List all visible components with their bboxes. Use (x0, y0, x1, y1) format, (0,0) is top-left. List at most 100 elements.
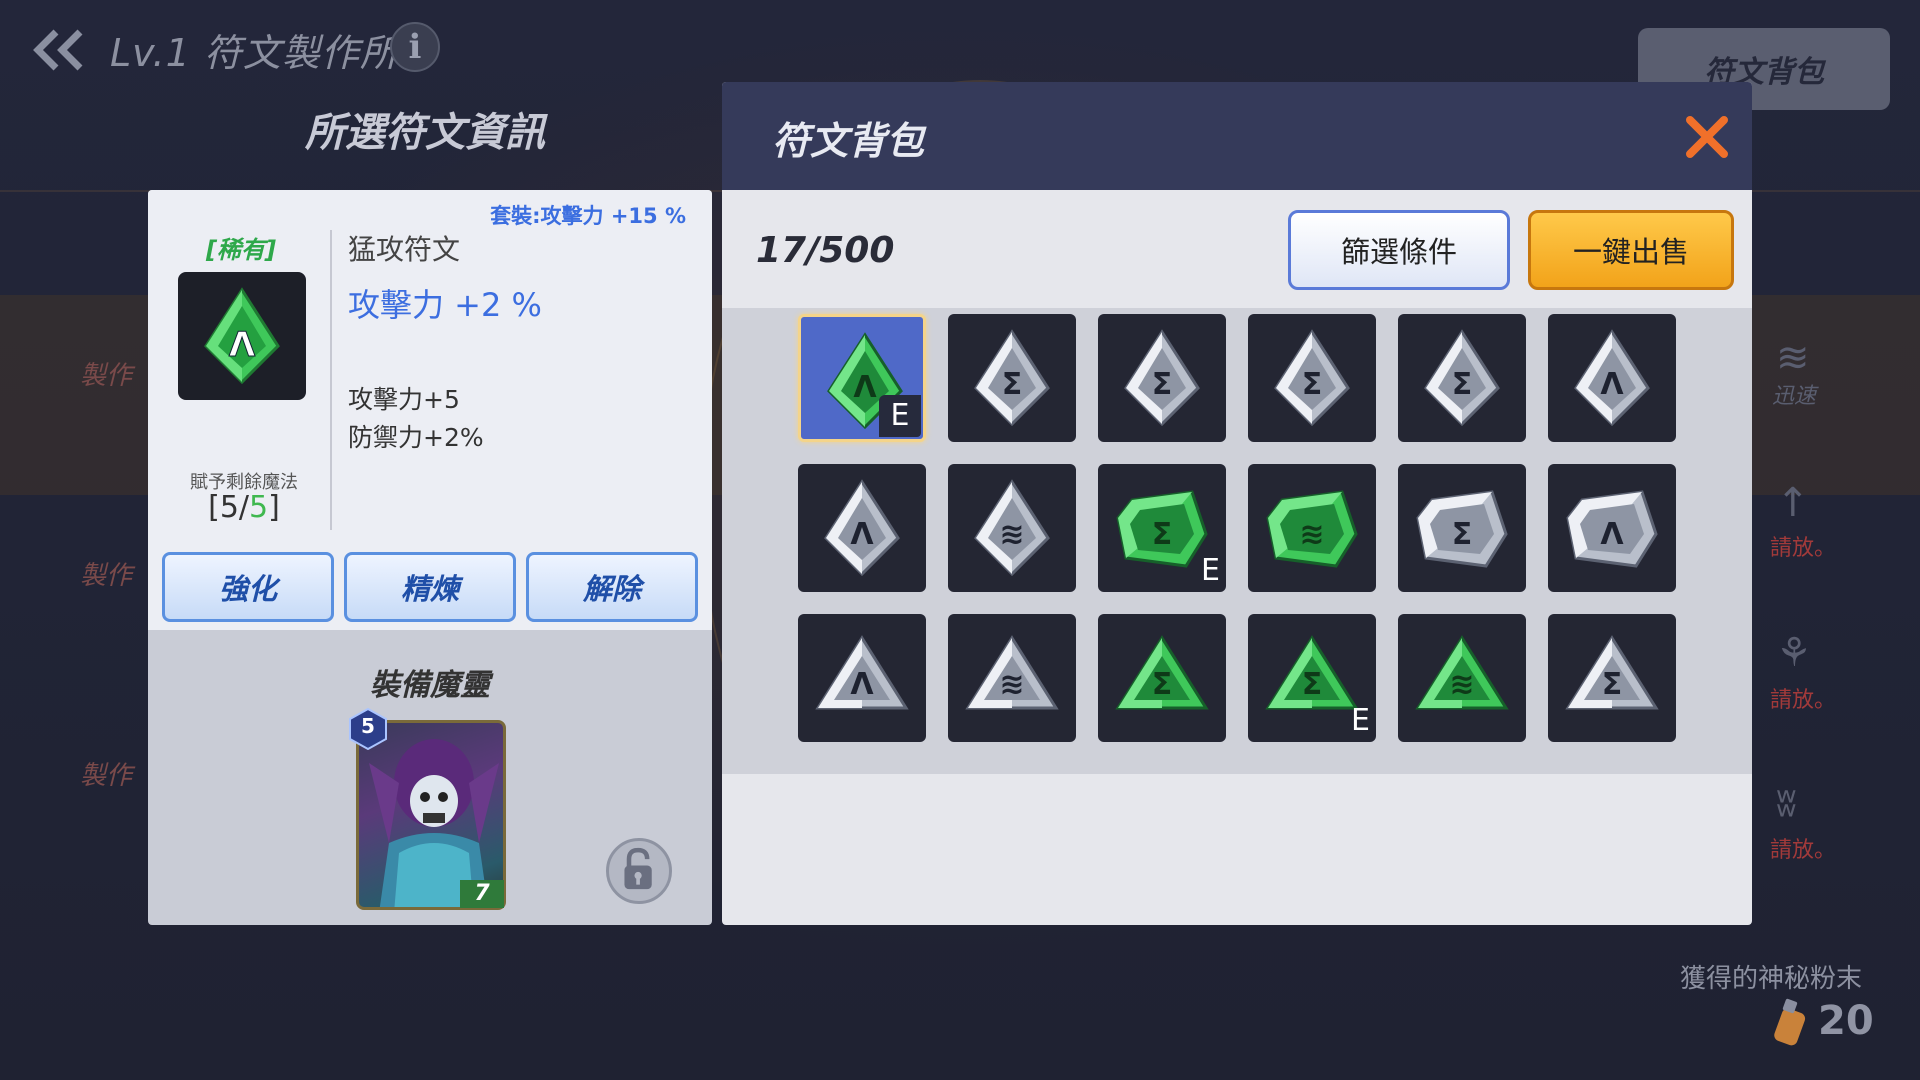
selected-rune-icon: Λ (178, 272, 306, 400)
svg-text:Σ: Σ (1152, 367, 1173, 402)
rune-icon: Λ (815, 635, 909, 710)
rune-icon: ≋ (974, 479, 1050, 577)
svg-text:Σ: Σ (1452, 517, 1473, 552)
side-text: 請放。 (1770, 688, 1837, 713)
equipped-tag: E (1351, 703, 1370, 738)
rune-slot[interactable]: ΣE (1098, 464, 1226, 592)
rune-slot[interactable]: Σ (1398, 314, 1526, 442)
rune-slot[interactable]: Λ (1548, 314, 1676, 442)
rune-slot[interactable]: Σ (948, 314, 1076, 442)
ghost-label: 製作 (80, 361, 133, 391)
page-title: Lv.1 符文製作所 (110, 31, 399, 75)
modal-title: 符文背包 (772, 119, 925, 163)
rarity-label: [稀有] (206, 236, 276, 264)
svg-text:Λ: Λ (850, 667, 874, 702)
rune-slot[interactable]: Σ (1098, 314, 1226, 442)
bag-capacity: 17/500 (756, 230, 895, 271)
rune-slot[interactable]: ≋ (948, 464, 1076, 592)
back-chevron-icon[interactable] (30, 28, 90, 72)
quick-sell-button[interactable]: 一鍵出售 (1528, 210, 1734, 290)
rune-name: 猛攻符文 (348, 233, 461, 266)
svg-text:Σ: Σ (1452, 367, 1473, 402)
rune-slot[interactable]: Λ (798, 464, 926, 592)
rune-icon: ≋ (1415, 635, 1509, 710)
rune-slot[interactable]: Λ (1548, 464, 1676, 592)
svg-text:≋: ≋ (1299, 517, 1324, 552)
enhance-button[interactable]: 強化 (162, 552, 334, 622)
rune-icon: Σ (1115, 635, 1209, 710)
equipped-tag: E (1201, 553, 1220, 588)
rune-icon: Σ (1416, 490, 1508, 568)
divider (330, 230, 332, 530)
rune-slot[interactable]: Λ (798, 614, 926, 742)
rune-slot[interactable]: ΣE (1248, 614, 1376, 742)
ghost-label: 製作 (80, 761, 133, 791)
ghost-label: 製作 (80, 561, 133, 591)
equipped-hero-title: 裝備魔靈 (370, 668, 490, 703)
rune-bag-modal: 符文背包 17/500 篩選條件 一鍵出售 Λ E Σ Σ Σ Σ Λ Λ ≋ Σ E ≋ Σ Λ Λ ≋ Σ Σ… (722, 82, 1752, 925)
svg-text:≋: ≋ (999, 517, 1024, 552)
arrow-up-icon: ↑ (1776, 480, 1810, 526)
svg-text:Σ: Σ (1302, 367, 1323, 402)
remaining-magic-value: [5/5] (208, 490, 280, 525)
rune-slot[interactable]: ≋ (1398, 614, 1526, 742)
rune-icon: Λ (824, 479, 900, 577)
set-bonus: 套裝:攻擊力 +15 % (490, 204, 686, 228)
sub-stat: 攻擊力+5 (348, 385, 460, 414)
rune-icon: ≋ (1266, 490, 1358, 568)
side-text: 請放。 (1770, 536, 1837, 561)
rune-slot[interactable]: Σ (1398, 464, 1526, 592)
rune-icon: Σ (1424, 329, 1500, 427)
rune-icon: Λ (1566, 490, 1658, 568)
rune-slot[interactable]: Σ (1548, 614, 1676, 742)
mystic-dust-value: 20 (1818, 998, 1874, 1044)
selected-rune-panel: 套裝:攻擊力 +15 % [稀有] Λ 猛攻符文 攻擊力 +2 % 攻擊力+5 … (148, 190, 712, 925)
refine-button[interactable]: 精煉 (344, 552, 516, 622)
rune-icon: Σ (1274, 329, 1350, 427)
rune-slot[interactable]: Σ (1248, 314, 1376, 442)
close-icon[interactable] (1682, 112, 1732, 162)
dust-bottle-icon (1774, 998, 1806, 1046)
svg-text:Σ: Σ (1302, 667, 1323, 702)
rune-slot[interactable]: Σ (1098, 614, 1226, 742)
swift-icon: ≋ (1776, 335, 1810, 381)
hero-cost: 7 (460, 880, 504, 908)
svg-text:≋: ≋ (1449, 667, 1474, 702)
filter-button[interactable]: 篩選條件 (1288, 210, 1510, 290)
svg-text:Λ: Λ (1600, 367, 1624, 402)
sub-stat: 防禦力+2% (348, 423, 484, 452)
rune-icon: Σ (1116, 490, 1208, 568)
side-text: 請放。 (1770, 838, 1837, 863)
side-label: 迅速 (1772, 384, 1817, 409)
svg-text:≋: ≋ (999, 667, 1024, 702)
svg-text:Σ: Σ (1002, 367, 1023, 402)
rune-slot[interactable]: ΛE (798, 314, 926, 442)
info-icon[interactable]: i (390, 22, 440, 72)
rune-icon: Λ (1574, 329, 1650, 427)
hero-level: 5 (361, 714, 375, 738)
svg-text:Λ: Λ (850, 517, 874, 552)
equipped-tag: E (879, 395, 921, 437)
svg-text:Λ: Λ (853, 370, 877, 405)
rune-icon: Σ (974, 329, 1050, 427)
svg-text:Σ: Σ (1602, 667, 1623, 702)
mystic-dust-label: 獲得的神秘粉末 (1680, 964, 1863, 994)
rune-slot[interactable]: ≋ (948, 614, 1076, 742)
rune-slot[interactable]: ≋ (1248, 464, 1376, 592)
rune-icon: ≋ (965, 635, 1059, 710)
rune-info-section: 套裝:攻擊力 +15 % [稀有] Λ 猛攻符文 攻擊力 +2 % 攻擊力+5 … (148, 190, 712, 630)
rune-grid: Λ E Σ Σ Σ Σ Λ Λ ≋ Σ E ≋ Σ Λ Λ ≋ Σ Σ E ≋ Σ (722, 308, 1752, 774)
rune-icon: Σ (1124, 329, 1200, 427)
wing-icon: ʬ (1776, 780, 1797, 826)
selected-rune-title: 所選符文資訊 (305, 110, 545, 156)
svg-text:Λ: Λ (1600, 517, 1624, 552)
svg-text:Σ: Σ (1152, 517, 1173, 552)
svg-text:Λ: Λ (229, 325, 256, 365)
rune-icon: Σ (1265, 635, 1359, 710)
svg-text:Σ: Σ (1152, 667, 1173, 702)
unequip-button[interactable]: 解除 (526, 552, 698, 622)
feather-icon: ⚘ (1776, 630, 1812, 676)
unlock-icon[interactable] (606, 838, 672, 904)
rune-icon: Σ (1565, 635, 1659, 710)
main-stat: 攻擊力 +2 % (348, 286, 542, 324)
